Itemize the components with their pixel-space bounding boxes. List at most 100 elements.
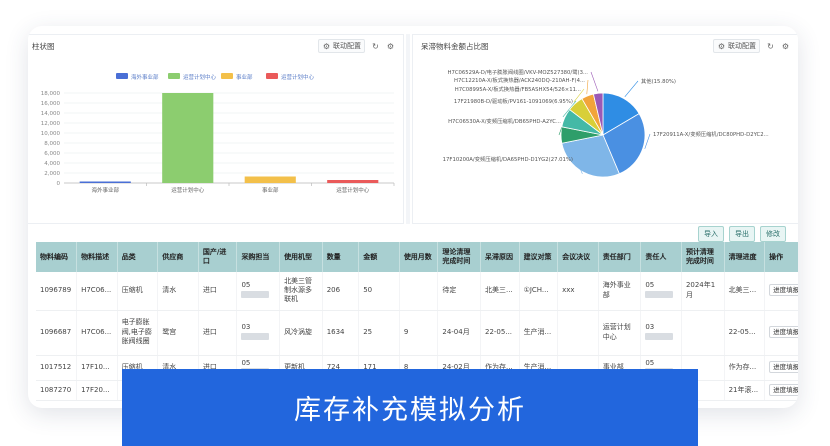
- table-cell: 压缩机: [117, 272, 159, 311]
- table-cell: 1634: [322, 310, 360, 356]
- table-cell: 03: [640, 310, 682, 356]
- table-cell: 21年滚...: [724, 380, 766, 402]
- table-cell: 进度填报: [764, 310, 798, 356]
- bar: [162, 93, 214, 183]
- table-cell: H7C06...: [76, 310, 118, 356]
- pie-slice-label: 17F10200A/变频压缩机/DA65PHD-D1YG2(27.01%): [443, 155, 573, 163]
- table-cell: 电子膨胀阀,电子膨胀阀线圈: [117, 310, 159, 356]
- column-header: 物料描述: [76, 242, 118, 272]
- legend-swatch: [116, 73, 128, 79]
- progress-report-button[interactable]: 进度填报: [769, 325, 798, 338]
- column-header: 预计清理完成时间: [681, 242, 725, 272]
- table-cell: [557, 310, 599, 356]
- table-cell: 22-05...: [724, 310, 766, 356]
- column-header: 操作: [764, 242, 798, 272]
- x-tick-label: 运营计划中心: [336, 186, 370, 194]
- legend-swatch: [168, 73, 180, 79]
- legend-swatch: [221, 73, 233, 79]
- bar: [327, 180, 379, 183]
- table-cell: 北美三...: [724, 272, 766, 311]
- y-tick-label: 8,000: [44, 141, 60, 147]
- redacted-text: [241, 291, 270, 299]
- column-header: 采购担当: [236, 242, 281, 272]
- table-cell: 鹭宫: [157, 310, 199, 356]
- panel-toolbar: ⚙ 联动配置 ↻ ⚙: [713, 39, 790, 53]
- table-cell: 待定: [437, 272, 481, 311]
- table-cell: H7C06...: [76, 272, 118, 311]
- table-header-row: 物料编码 物料描述 品类 供应商 国产/进口 采购担当 使用机型 数量 金额 使用月数 理论清理完成…: [36, 242, 798, 272]
- table-row[interactable]: 1096789 H7C06... 压缩机 清水 进口 05 北美三管制水源多联机 206 50 待…: [36, 272, 798, 311]
- panel-title: 呆滞物料金额占比图: [421, 42, 489, 51]
- table-row[interactable]: 1096687 H7C06... 电子膨胀阀,电子膨胀阀线圈 鹭宫 进口 03 风冷涡旋 16…: [36, 310, 798, 356]
- column-header: 品类: [117, 242, 159, 272]
- table-cell: xxx: [557, 272, 599, 311]
- table-actions: 导入 导出 修改: [698, 226, 786, 242]
- table-cell: 进口: [198, 310, 238, 356]
- x-tick-label: 海外事业部: [91, 186, 119, 194]
- column-header: 使用月数: [399, 242, 439, 272]
- pie-leader-line: [590, 71, 599, 92]
- pie-leader-line: [644, 133, 651, 149]
- column-header: 供应商: [157, 242, 199, 272]
- y-tick-label: 0: [57, 181, 61, 187]
- pie-chart: 其他(15.80%) 17F20911A-X/变频压缩机/DC80PHD-D2YC…: [443, 68, 769, 178]
- pie-slice-label: H7C06529A-D/电子膨胀阀线圈/VKV-MOZ527380/鹭(3...: [447, 68, 588, 76]
- refresh-icon[interactable]: ↻: [371, 42, 380, 51]
- table-cell: 进度填报: [764, 380, 798, 402]
- gear-icon: ⚙: [322, 41, 331, 51]
- column-header: 金额: [358, 242, 400, 272]
- table-cell: 进度填报: [764, 355, 798, 382]
- link-config-button[interactable]: ⚙ 联动配置: [318, 39, 365, 53]
- column-header: 国产/进口: [198, 242, 238, 272]
- bar: [79, 181, 131, 183]
- y-tick-label: 12,000: [41, 121, 61, 127]
- column-header: 理论清理完成时间: [437, 242, 481, 272]
- edit-button[interactable]: 修改: [760, 226, 786, 242]
- y-tick-label: 14,000: [41, 111, 61, 117]
- pie-slice-label: 17F20911A-X/变频压缩机/DC80PHD-D2YC2...: [653, 130, 769, 138]
- table-cell: 1087270: [36, 380, 78, 402]
- table-cell: 进度填报: [764, 272, 798, 311]
- table-cell: 进口: [198, 272, 238, 311]
- table-cell: 风冷涡旋: [279, 310, 323, 356]
- x-tick-label: 运营计划中心: [171, 186, 205, 194]
- column-header: 建议对策: [519, 242, 559, 272]
- export-button[interactable]: 导出: [729, 226, 755, 242]
- progress-report-button[interactable]: 进度填报: [769, 284, 798, 297]
- panel-toolbar: ⚙ 联动配置 ↻ ⚙: [318, 39, 395, 53]
- column-header: 责任人: [640, 242, 682, 272]
- bar-chart-panel: 柱状图 ⚙ 联动配置 ↻ ⚙ 海外事业部 运营计划中心 事业部 运营计划中心 0 2,00…: [28, 34, 404, 224]
- link-config-button[interactable]: ⚙ 联动配置: [713, 39, 760, 53]
- dashboard-card: 柱状图 ⚙ 联动配置 ↻ ⚙ 海外事业部 运营计划中心 事业部 运营计划中心 0 2,00…: [28, 26, 798, 408]
- pie-slice-label: 17F21980B-D/驱动板/PV161-1091069(6.95%): [454, 97, 573, 105]
- column-header: 会议决议: [557, 242, 599, 272]
- refresh-icon[interactable]: ↻: [766, 42, 775, 51]
- y-tick-label: 4,000: [44, 161, 60, 167]
- progress-report-button[interactable]: 进度填报: [769, 384, 798, 397]
- redacted-text: [241, 333, 270, 340]
- pie-slice-label: 其他(15.80%): [641, 77, 676, 85]
- import-button[interactable]: 导入: [698, 226, 724, 242]
- table-cell: 206: [322, 272, 360, 311]
- pie-slice-label: H7C06530A-X/变频压缩机/DB65PHD-A2YC...: [448, 117, 561, 125]
- column-header: 责任部门: [598, 242, 642, 272]
- table-cell: 17F10...: [76, 355, 118, 382]
- column-header: 物料编码: [36, 242, 78, 272]
- column-header: 清理进度: [724, 242, 766, 272]
- progress-report-button[interactable]: 进度填报: [769, 361, 798, 374]
- table-cell: 05: [640, 272, 682, 311]
- settings-icon[interactable]: ⚙: [386, 42, 395, 51]
- y-tick-label: 16,000: [41, 101, 61, 107]
- gear-icon: ⚙: [717, 41, 726, 51]
- table-cell: 1096687: [36, 310, 78, 356]
- pie-chart-panel: 呆滞物料金额占比图 ⚙ 联动配置 ↻ ⚙ 其他(15.80%) 17F20911A…: [412, 34, 798, 224]
- bar-chart: 海外事业部 运营计划中心 事业部 运营计划中心02,0004,0006,0008,00…: [41, 73, 395, 194]
- pie-leader-line: [586, 79, 589, 95]
- x-tick-label: 事业部: [262, 186, 279, 194]
- settings-icon[interactable]: ⚙: [781, 42, 790, 51]
- bar: [244, 176, 296, 183]
- y-tick-label: 6,000: [44, 151, 60, 157]
- legend-label: 运营计划中心: [183, 73, 217, 81]
- legend-label: 运营计划中心: [281, 73, 315, 81]
- table-cell: 22-05...: [480, 310, 520, 356]
